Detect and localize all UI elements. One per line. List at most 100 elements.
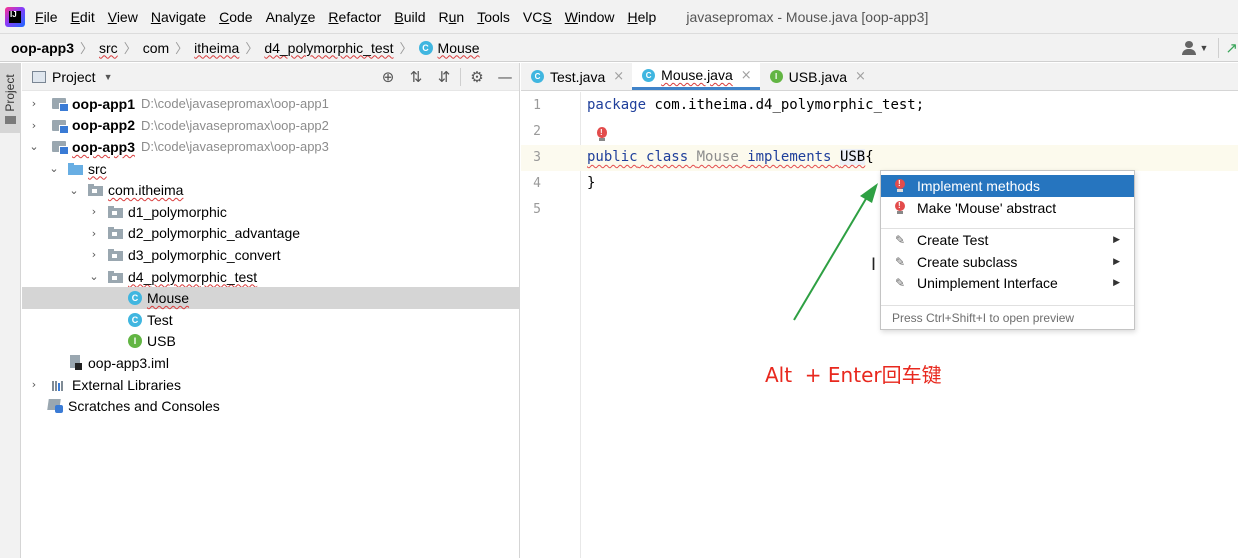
code-line-3[interactable]: public class Mouse implements USB{ xyxy=(587,149,874,165)
menu-item[interactable]: Window xyxy=(565,9,615,25)
close-icon[interactable]: × xyxy=(855,69,866,84)
chevron-down-icon[interactable]: ⌄ xyxy=(26,140,42,153)
package-icon xyxy=(108,205,124,218)
module-file-icon xyxy=(69,354,83,371)
tree-item-src[interactable]: ⌄ src xyxy=(22,158,520,180)
tree-item-mouse[interactable]: C Mouse xyxy=(22,287,520,309)
menu-item[interactable]: Tools xyxy=(477,9,510,25)
chevron-right-icon[interactable]: › xyxy=(86,248,102,261)
tab-label: USB.java xyxy=(788,68,848,85)
tree-item-iml[interactable]: oop-app3.iml xyxy=(22,352,520,374)
tree-item-oop-app2[interactable]: › oop-app2 D:\code\javasepromax\oop-app2 xyxy=(22,115,520,137)
chevron-right-icon[interactable]: › xyxy=(26,119,42,132)
interface-icon: I xyxy=(128,334,142,349)
tree-item-oop-app3[interactable]: ⌄ oop-app3 D:\code\javasepromax\oop-app3 xyxy=(22,136,520,158)
folder-icon xyxy=(5,116,16,124)
chevron-down-icon[interactable]: ▼ xyxy=(104,72,113,82)
code-line-4[interactable]: } xyxy=(587,175,595,191)
collapse-all-icon[interactable]: ⇵ xyxy=(430,68,458,86)
code-line-1[interactable]: package com.itheima.d4_polymorphic_test; xyxy=(587,97,924,113)
tab-mouse-java[interactable]: C Mouse.java × xyxy=(632,63,760,90)
menu-items: File Edit View Navigate Code Analyze Refactor B… xyxy=(35,9,669,25)
chevron-right-icon[interactable]: › xyxy=(86,227,102,240)
keyword-public: public xyxy=(587,149,638,165)
tab-label: Mouse.java xyxy=(661,67,733,83)
package-icon xyxy=(88,184,104,197)
tree-item-label: oop-app3.iml xyxy=(88,354,169,371)
menu-item[interactable]: Code xyxy=(219,9,252,25)
breadcrumb-class[interactable]: Mouse xyxy=(438,40,480,56)
menu-item-label: Implement methods xyxy=(917,178,1040,194)
breadcrumb-package[interactable]: d4_polymorphic_test xyxy=(264,40,393,56)
menu-item[interactable]: Run xyxy=(439,9,465,25)
tree-item-label: src xyxy=(88,160,107,177)
tree-item-d2[interactable]: › d2_polymorphic_advantage xyxy=(22,223,520,245)
menu-item-create-subclass[interactable]: ✎ Create subclass ▶ xyxy=(881,251,1134,273)
intention-pencil-icon: ✎ xyxy=(895,276,906,290)
menu-item-unimplement-interface[interactable]: ✎ Unimplement Interface ▶ xyxy=(881,272,1134,294)
build-hammer-icon[interactable]: ↗ xyxy=(1225,39,1238,57)
breadcrumb-src[interactable]: src xyxy=(99,40,118,56)
submenu-arrow-icon: ▶ xyxy=(1113,235,1120,245)
project-tool-window-tab[interactable]: Project xyxy=(0,63,21,133)
breadcrumb-com[interactable]: com xyxy=(143,40,169,56)
keyword-class: class xyxy=(646,149,689,165)
menu-item[interactable]: VCS xyxy=(523,9,552,25)
menu-item[interactable]: File xyxy=(35,9,58,25)
chevron-down-icon[interactable]: ⌄ xyxy=(66,184,82,197)
tree-item-d4[interactable]: ⌄ d4_polymorphic_test xyxy=(22,266,520,288)
minimize-icon[interactable]: — xyxy=(491,68,519,86)
menu-item[interactable]: Help xyxy=(628,9,657,25)
menu-item[interactable]: Build xyxy=(394,9,425,25)
menu-item-implement-methods[interactable]: ! Implement methods xyxy=(881,175,1134,197)
menu-item[interactable]: Navigate xyxy=(151,9,206,25)
gear-icon[interactable]: ⚙ xyxy=(463,68,491,86)
tree-item-d1[interactable]: › d1_polymorphic xyxy=(22,201,520,223)
module-folder-icon xyxy=(52,119,69,134)
breadcrumb-project[interactable]: oop-app3 xyxy=(11,40,74,56)
tab-test-java[interactable]: C Test.java × xyxy=(521,63,632,90)
tree-item-d3[interactable]: › d3_polymorphic_convert xyxy=(22,244,520,266)
menu-item[interactable]: View xyxy=(108,9,138,25)
popup-footer-hint: Press Ctrl+Shift+I to open preview xyxy=(881,305,1134,330)
project-panel-header: Project ▼ ⊕ ⇅ ⇵ ⚙ — xyxy=(22,63,519,91)
user-icon[interactable] xyxy=(1181,41,1196,55)
tree-item-oop-app1[interactable]: › oop-app1 D:\code\javasepromax\oop-app1 xyxy=(22,93,520,115)
breadcrumb-itheima[interactable]: itheima xyxy=(194,40,239,56)
tree-item-label: oop-app1 xyxy=(72,95,135,112)
tree-item-test[interactable]: C Test xyxy=(22,309,520,331)
menu-item-label: Unimplement Interface xyxy=(917,275,1058,291)
expand-all-icon[interactable]: ⇅ xyxy=(402,68,430,86)
toolbar-divider xyxy=(460,68,461,86)
chevron-right-icon[interactable]: › xyxy=(26,97,42,110)
breadcrumb-separator-icon: 〉 xyxy=(245,41,259,56)
chevron-down-icon[interactable]: ⌄ xyxy=(46,162,62,175)
chevron-right-icon[interactable]: › xyxy=(86,205,102,218)
menu-item-make-abstract[interactable]: ! Make 'Mouse' abstract xyxy=(881,197,1134,219)
navbar-divider xyxy=(1218,38,1220,58)
locate-target-icon[interactable]: ⊕ xyxy=(374,68,402,86)
tree-item-label: d3_polymorphic_convert xyxy=(128,246,281,263)
scratches-icon xyxy=(48,399,64,414)
close-icon[interactable]: × xyxy=(741,68,752,83)
editor-tabs: C Test.java × C Mouse.java × I USB.java … xyxy=(521,63,1238,91)
close-icon[interactable]: × xyxy=(613,69,624,84)
menu-item[interactable]: Analyze xyxy=(266,9,316,25)
library-icon xyxy=(52,379,68,391)
chevron-down-icon[interactable]: ⌄ xyxy=(86,270,102,283)
chevron-right-icon[interactable]: › xyxy=(26,378,42,391)
tree-item-com-itheima[interactable]: ⌄ com.itheima xyxy=(22,179,520,201)
tree-item-label: com.itheima xyxy=(108,182,184,199)
keyword-package: package xyxy=(587,97,647,113)
menu-item[interactable]: Edit xyxy=(71,9,95,25)
tree-item-external-libraries[interactable]: › External Libraries xyxy=(22,374,520,396)
project-panel-title[interactable]: Project xyxy=(52,69,96,85)
menu-item[interactable]: Refactor xyxy=(328,9,381,25)
package-icon xyxy=(108,227,124,240)
tree-item-usb[interactable]: I USB xyxy=(22,331,520,353)
chevron-down-icon[interactable]: ▼ xyxy=(1200,43,1209,53)
menu-item-label: Make 'Mouse' abstract xyxy=(917,200,1057,216)
tab-usb-java[interactable]: I USB.java × xyxy=(760,63,874,90)
menu-item-create-test[interactable]: ✎ Create Test ▶ xyxy=(881,229,1134,251)
tree-item-scratches[interactable]: Scratches and Consoles xyxy=(22,395,520,417)
